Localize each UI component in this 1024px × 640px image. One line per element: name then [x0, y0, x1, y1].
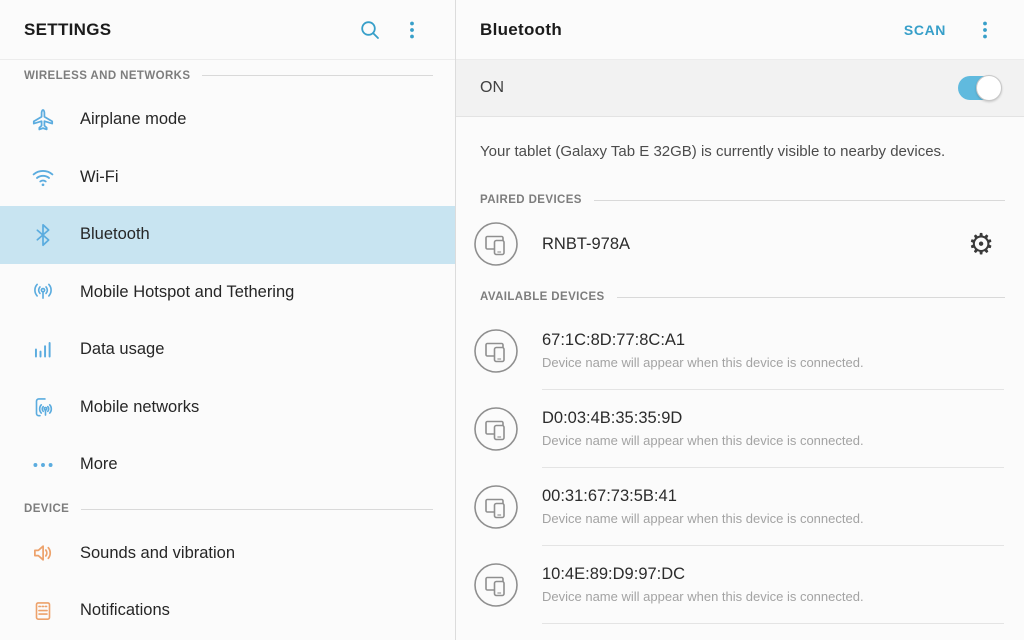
sidebar-item-label: Bluetooth — [80, 225, 150, 244]
sidebar-item-label: Airplane mode — [80, 110, 186, 129]
sidebar-item-label: Notifications — [80, 601, 170, 620]
device-mac: 00:31:67:73:5B:41 — [542, 487, 864, 506]
row-divider — [542, 623, 1004, 624]
section-rule — [594, 200, 1005, 201]
device-icon — [473, 328, 519, 374]
device-subtitle: Device name will appear when this device… — [542, 511, 864, 526]
bluetooth-panel: Bluetooth SCAN ON Your tablet (Galaxy Ta… — [456, 0, 1024, 640]
settings-header: SETTINGS — [0, 0, 455, 60]
sidebar-item-label: Data usage — [80, 340, 164, 359]
section-label-available-devices: AVAILABLE DEVICES — [456, 273, 1024, 312]
sidebar-item-bluetooth[interactable]: Bluetooth — [0, 206, 455, 264]
mobile-networks-icon — [30, 394, 56, 420]
section-label-paired-devices: PAIRED DEVICES — [456, 185, 1024, 215]
settings-panel: SETTINGS WIRELESS AND NETWORKS — [0, 0, 456, 640]
gear-icon[interactable]: ⚙ — [968, 230, 994, 259]
available-device-row[interactable]: 10:4E:89:D9:97:DC Device name will appea… — [456, 546, 1024, 624]
bluetooth-title: Bluetooth — [480, 20, 904, 40]
sidebar-item-notifications[interactable]: Notifications — [0, 582, 455, 640]
device-subtitle: Device name will appear when this device… — [542, 355, 864, 370]
device-mac: 10:4E:89:D9:97:DC — [542, 565, 864, 584]
sidebar-item-more[interactable]: More — [0, 436, 455, 494]
airplane-icon — [30, 107, 56, 133]
bluetooth-icon — [30, 222, 56, 248]
sidebar-item-sounds-vibration[interactable]: Sounds and vibration — [0, 525, 455, 583]
power-row: ON — [456, 60, 1024, 117]
visibility-text: Your tablet (Galaxy Tab E 32GB) is curre… — [480, 143, 945, 160]
available-device-row[interactable]: 00:31:67:73:5B:41 Device name will appea… — [456, 468, 1024, 546]
device-text: 00:31:67:73:5B:41 Device name will appea… — [542, 487, 864, 528]
sidebar-item-mobile-networks[interactable]: Mobile networks — [0, 379, 455, 437]
wifi-icon — [30, 164, 56, 190]
sidebar-item-data-usage[interactable]: Data usage — [0, 321, 455, 379]
sidebar-item-label: Mobile Hotspot and Tethering — [80, 283, 294, 302]
section-rule — [617, 297, 1005, 298]
device-icon — [473, 562, 519, 608]
search-icon[interactable] — [357, 17, 383, 43]
toggle-knob — [976, 75, 1002, 101]
device-text: 10:4E:89:D9:97:DC Device name will appea… — [542, 565, 864, 606]
bluetooth-toggle[interactable] — [958, 76, 1000, 100]
bluetooth-menu-icon[interactable] — [972, 17, 998, 43]
power-label: ON — [480, 79, 504, 97]
sidebar-item-mobile-hotspot[interactable]: Mobile Hotspot and Tethering — [0, 264, 455, 322]
device-icon — [473, 484, 519, 530]
section-label-wireless: WIRELESS AND NETWORKS — [0, 60, 455, 91]
device-subtitle: Device name will appear when this device… — [542, 589, 864, 604]
device-icon — [473, 406, 519, 452]
data-usage-icon — [30, 337, 56, 363]
device-subtitle: Device name will appear when this device… — [542, 433, 864, 448]
bluetooth-header: Bluetooth SCAN — [456, 0, 1024, 60]
paired-device-row[interactable]: RNBT-978A ⚙ — [456, 215, 1024, 273]
device-icon — [473, 221, 519, 267]
sidebar-item-airplane-mode[interactable]: Airplane mode — [0, 91, 455, 149]
hotspot-icon — [30, 279, 56, 305]
settings-title: SETTINGS — [24, 20, 357, 40]
device-mac: D0:03:4B:35:35:9D — [542, 409, 864, 428]
scan-button[interactable]: SCAN — [904, 22, 946, 38]
device-mac: 67:1C:8D:77:8C:A1 — [542, 331, 864, 350]
section-rule — [81, 509, 433, 510]
speaker-icon — [30, 540, 56, 566]
settings-menu-icon[interactable] — [399, 17, 425, 43]
more-dots-icon — [30, 452, 56, 478]
settings-app: SETTINGS WIRELESS AND NETWORKS — [0, 0, 1024, 640]
available-device-row[interactable]: D0:03:4B:35:35:9D Device name will appea… — [456, 390, 1024, 468]
sidebar-item-label: Mobile networks — [80, 398, 199, 417]
sidebar-item-wifi[interactable]: Wi-Fi — [0, 149, 455, 207]
device-text: D0:03:4B:35:35:9D Device name will appea… — [542, 409, 864, 450]
section-rule — [202, 75, 433, 76]
available-device-row[interactable]: 67:1C:8D:77:8C:A1 Device name will appea… — [456, 312, 1024, 390]
device-text: 67:1C:8D:77:8C:A1 Device name will appea… — [542, 331, 864, 372]
section-label-device: DEVICE — [0, 494, 455, 525]
sidebar-item-label: Sounds and vibration — [80, 544, 235, 563]
notifications-icon — [30, 598, 56, 624]
sidebar-item-label: More — [80, 455, 118, 474]
device-name: RNBT-978A — [542, 235, 968, 254]
visibility-row: Your tablet (Galaxy Tab E 32GB) is curre… — [456, 117, 1024, 185]
sidebar-item-label: Wi-Fi — [80, 168, 118, 187]
